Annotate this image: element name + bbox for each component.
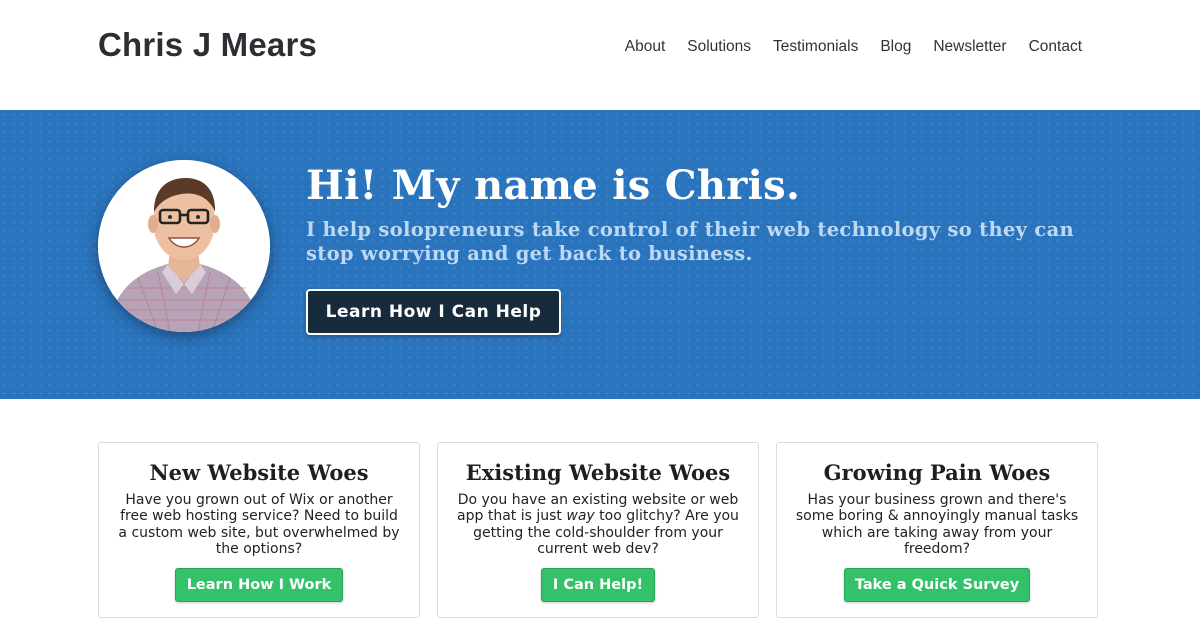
take-a-quick-survey-button[interactable]: Take a Quick Survey — [844, 568, 1030, 602]
nav-link-about[interactable]: About — [625, 38, 666, 56]
hero-heading: Hi! My name is Chris. — [306, 162, 801, 209]
card-text: Has your business grown and there's some… — [795, 492, 1079, 557]
site-title[interactable]: Chris J Mears — [98, 26, 317, 64]
hero-section: Hi! My name is Chris. I help solopreneur… — [0, 110, 1200, 399]
card-title: Growing Pain Woes — [823, 460, 1051, 485]
card-growing-pain-woes: Growing Pain Woes Has your business grow… — [776, 442, 1098, 618]
i-can-help-button[interactable]: I Can Help! — [541, 568, 655, 602]
card-text: Have you grown out of Wix or another fre… — [118, 492, 400, 557]
woes-cards: New Website Woes Have you grown out of W… — [98, 442, 1098, 618]
hero-subheading: I help solopreneurs take control of thei… — [306, 218, 1074, 265]
card-text: Do you have an existing website or web a… — [453, 492, 743, 557]
learn-how-i-work-button[interactable]: Learn How I Work — [175, 568, 343, 602]
nav-link-blog[interactable]: Blog — [880, 38, 911, 56]
nav-link-contact[interactable]: Contact — [1029, 38, 1082, 56]
portrait-photo-icon — [98, 160, 270, 332]
learn-how-i-can-help-button[interactable]: Learn How I Can Help — [306, 289, 561, 335]
card-title: New Website Woes — [149, 460, 369, 485]
card-new-website-woes: New Website Woes Have you grown out of W… — [98, 442, 420, 618]
card-title: Existing Website Woes — [465, 460, 731, 485]
card-text-emphasis: way — [566, 508, 595, 525]
main-nav: About Solutions Testimonials Blog Newsle… — [625, 38, 1082, 56]
site-header: Chris J Mears About Solutions Testimonia… — [0, 0, 1200, 110]
card-existing-website-woes: Existing Website Woes Do you have an exi… — [437, 442, 759, 618]
nav-link-solutions[interactable]: Solutions — [687, 38, 751, 56]
nav-link-testimonials[interactable]: Testimonials — [773, 38, 858, 56]
nav-link-newsletter[interactable]: Newsletter — [933, 38, 1006, 56]
avatar — [98, 160, 270, 332]
